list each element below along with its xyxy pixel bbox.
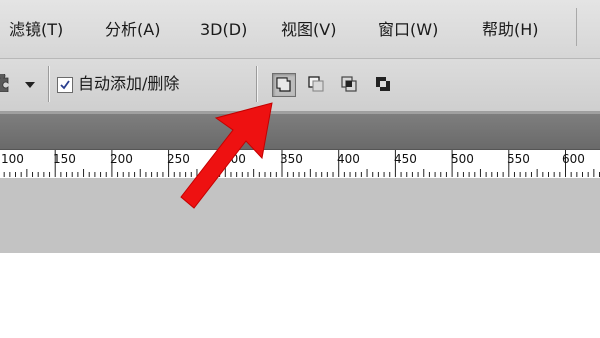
add-to-path-area-button[interactable]: [272, 73, 296, 97]
ruler-label: 350: [280, 152, 303, 166]
menu-analysis[interactable]: 分析(A): [105, 17, 160, 43]
intersect-path-areas-icon: [341, 76, 357, 92]
menu-view[interactable]: 视图(V): [281, 17, 336, 43]
menu-divider: [576, 8, 577, 46]
auto-add-delete-checkbox[interactable]: [57, 77, 73, 93]
exclude-overlapping-path-areas-icon: [376, 77, 390, 91]
intersect-path-areas-button[interactable]: [338, 73, 362, 97]
menu-window[interactable]: 窗口(W): [378, 17, 438, 43]
ruler-label: 400: [337, 152, 360, 166]
ruler-label: 550: [507, 152, 530, 166]
options-divider: [48, 66, 49, 102]
menu-help[interactable]: 帮助(H): [482, 17, 539, 43]
ruler-label: 300: [223, 152, 246, 166]
horizontal-ruler[interactable]: 100 150 200 250 300 350 400 450 500 550 …: [0, 149, 600, 179]
document-canvas[interactable]: [0, 253, 600, 338]
canvas-pasteboard[interactable]: [0, 178, 600, 253]
subtract-from-path-area-icon: [308, 76, 324, 92]
shape-dropdown-arrow-icon[interactable]: [25, 82, 35, 88]
menu-3d[interactable]: 3D(D): [200, 17, 247, 43]
menu-filter[interactable]: 滤镜(T): [9, 17, 63, 43]
subtract-from-path-area-button[interactable]: [305, 73, 329, 97]
custom-shape-icon[interactable]: [0, 74, 10, 92]
ruler-label: 600: [562, 152, 585, 166]
ruler-label: 250: [167, 152, 190, 166]
document-tab-strip: [0, 112, 600, 149]
ruler-label: 100: [1, 152, 24, 166]
ruler-label: 450: [394, 152, 417, 166]
auto-add-delete-label: 自动添加/删除: [78, 74, 180, 93]
options-divider: [256, 66, 257, 102]
ruler-label: 150: [53, 152, 76, 166]
checkmark-icon: [60, 80, 70, 90]
exclude-overlapping-path-areas-button[interactable]: [372, 73, 396, 97]
strip-highlight: [0, 112, 600, 114]
ruler-label: 200: [110, 152, 133, 166]
ruler-label: 500: [451, 152, 474, 166]
add-to-path-area-icon: [276, 77, 291, 92]
